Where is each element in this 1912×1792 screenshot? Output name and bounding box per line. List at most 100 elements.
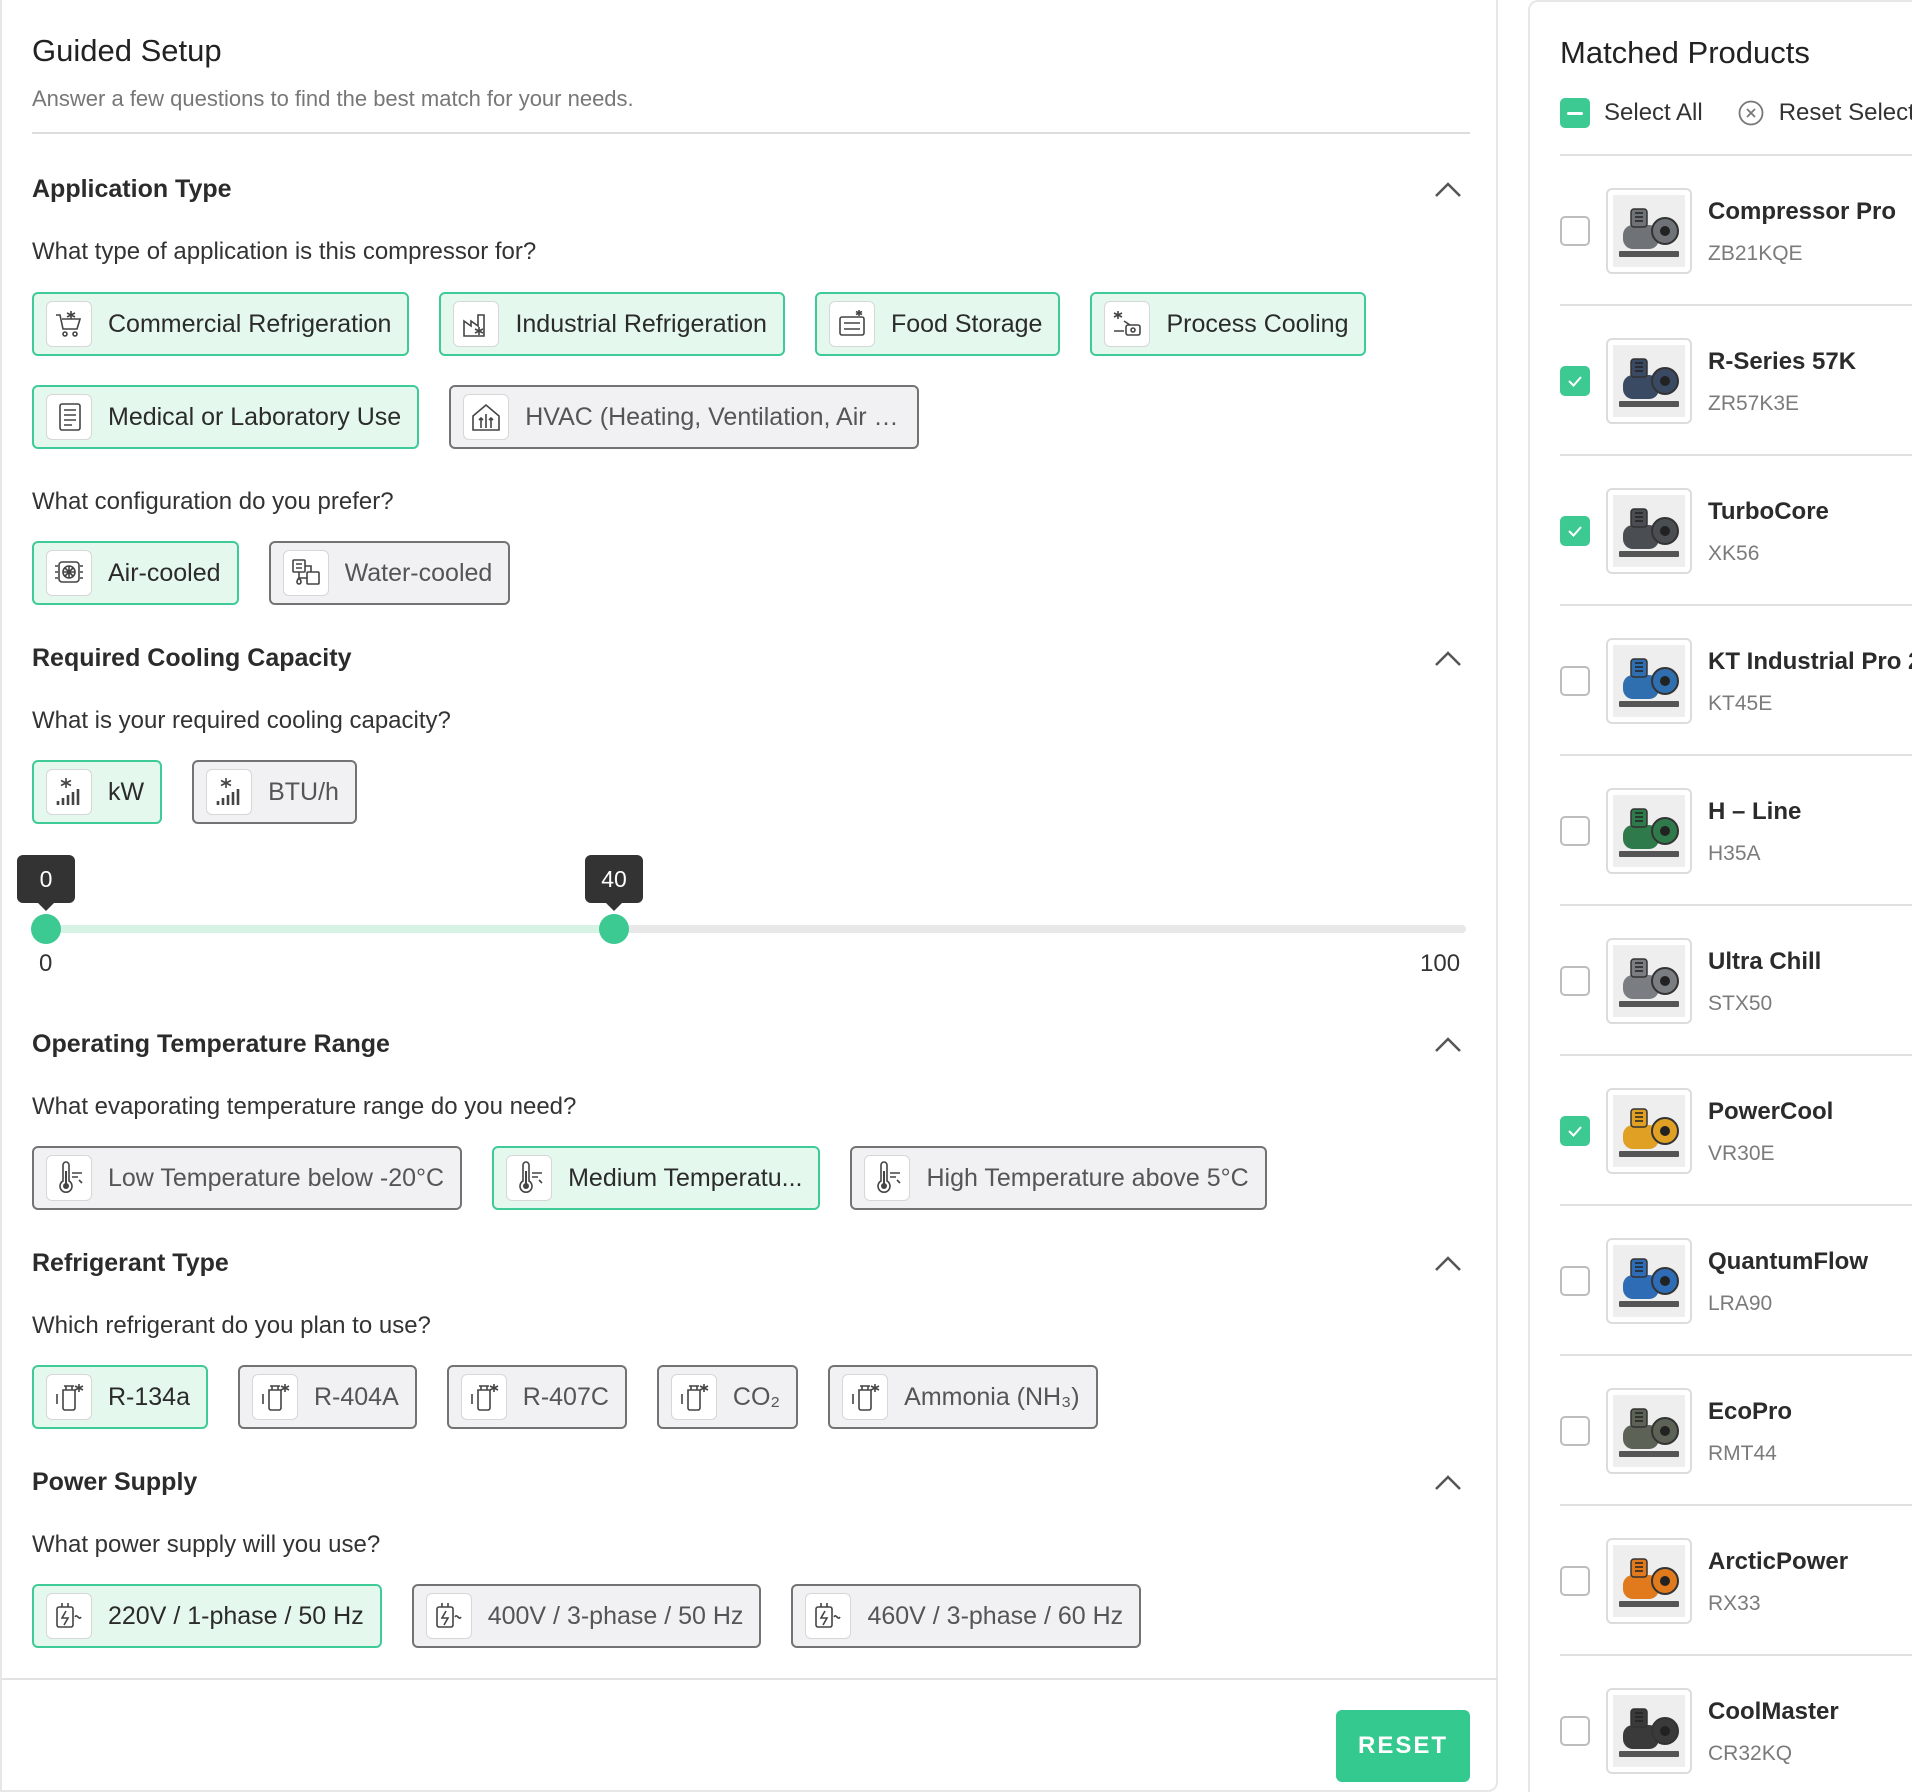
option-chip[interactable]: 220V / 1-phase / 50 Hz	[32, 1584, 382, 1648]
product-row[interactable]: H – Line H35A	[1560, 756, 1912, 906]
option-label: Medical or Laboratory Use	[108, 402, 402, 431]
product-name: R-Series 57K	[1708, 348, 1857, 375]
compressor-image-icon	[1613, 195, 1685, 267]
option-label: High Temperature above 5°C	[926, 1163, 1249, 1192]
reset-button[interactable]: RESET	[1336, 1710, 1470, 1782]
collapse-temperature-button[interactable]	[1430, 1027, 1466, 1063]
product-row[interactable]: TurboCore XK56	[1560, 456, 1912, 606]
option-chip[interactable]: kW	[32, 760, 163, 824]
option-chip[interactable]: Process Cooling	[1090, 292, 1367, 356]
product-checkbox[interactable]	[1560, 816, 1590, 846]
product-row[interactable]: CoolMaster CR32KQ	[1560, 1656, 1912, 1792]
gas-cylinder-icon	[56, 1384, 84, 1411]
collapse-application-button[interactable]	[1430, 172, 1466, 208]
product-name: H – Line	[1708, 798, 1802, 825]
close-circle-icon[interactable]	[1737, 99, 1765, 127]
product-checkbox[interactable]	[1560, 1416, 1590, 1446]
product-row[interactable]: PowerCool VR30E	[1560, 1056, 1912, 1206]
product-row[interactable]: Compressor Pro ZB21KQE	[1560, 156, 1912, 306]
product-checkbox[interactable]	[1560, 216, 1590, 246]
option-chip[interactable]: Air-cooled	[32, 541, 239, 605]
product-code: ZR57K3E	[1708, 392, 1800, 415]
option-chip[interactable]: BTU/h	[192, 760, 357, 824]
gas-cylinder-icon	[46, 1374, 92, 1420]
product-checkbox[interactable]	[1560, 366, 1590, 396]
product-checkbox[interactable]	[1560, 1566, 1590, 1596]
product-name: CoolMaster	[1708, 1698, 1839, 1725]
option-label: Food Storage	[890, 309, 1043, 338]
collapse-refrigerant-button[interactable]	[1430, 1246, 1466, 1282]
option-chip[interactable]: Water-cooled	[268, 541, 511, 605]
house-air-icon	[472, 403, 501, 431]
medical-cabinet-icon	[46, 394, 92, 440]
water-pipes-icon	[291, 559, 320, 585]
power-plug-icon	[425, 1593, 472, 1639]
product-checkbox[interactable]	[1560, 1716, 1590, 1746]
product-row[interactable]: ArcticPower RX33	[1560, 1506, 1912, 1656]
application-question: What type of application is this compres…	[32, 238, 537, 265]
process-cooling-icon	[1104, 301, 1151, 347]
power-plug-icon	[435, 1603, 462, 1628]
product-row[interactable]: EcoPro RMT44	[1560, 1356, 1912, 1506]
snowflake-bars-icon	[206, 769, 253, 815]
section-title-application: Application Type	[32, 175, 232, 203]
product-checkbox[interactable]	[1560, 1266, 1590, 1296]
option-chip[interactable]: 400V / 3-phase / 50 Hz	[411, 1584, 762, 1648]
option-chip[interactable]: Medium Temperatu...	[492, 1146, 821, 1210]
option-chip[interactable]: Commercial Refrigeration	[32, 292, 410, 356]
option-chip[interactable]: CO₂	[656, 1365, 799, 1429]
collapse-capacity-button[interactable]	[1430, 641, 1466, 677]
option-chip[interactable]: Industrial Refrigeration	[439, 292, 785, 356]
thermometer-icon	[864, 1155, 911, 1201]
product-code: STX50	[1708, 992, 1773, 1015]
product-row[interactable]: R-Series 57K ZR57K3E	[1560, 306, 1912, 456]
option-chip[interactable]: HVAC (Heating, Ventilation, Air C...	[449, 385, 920, 449]
product-thumbnail	[1606, 1238, 1692, 1324]
option-chip[interactable]: R-134a	[32, 1365, 208, 1429]
option-chip[interactable]: High Temperature above 5°C	[850, 1146, 1267, 1210]
slider-low-handle[interactable]	[31, 914, 61, 944]
product-row[interactable]: Ultra Chill STX50	[1560, 906, 1912, 1056]
capacity-slider-range	[46, 925, 614, 933]
process-cooling-icon	[1114, 311, 1142, 336]
product-checkbox[interactable]	[1560, 1116, 1590, 1146]
option-chip[interactable]: 460V / 3-phase / 60 Hz	[791, 1584, 1142, 1648]
collapse-power-button[interactable]	[1430, 1465, 1466, 1501]
option-chip[interactable]: Food Storage	[814, 292, 1061, 356]
capacity-unit-options: kW BTU/h	[32, 760, 357, 824]
product-checkbox[interactable]	[1560, 666, 1590, 696]
option-chip[interactable]: Low Temperature below -20°C	[32, 1146, 463, 1210]
matched-products-actions: Select All Reset Selection	[1560, 98, 1912, 128]
reset-selection-label[interactable]: Reset Selection	[1779, 99, 1912, 127]
slider-high-handle[interactable]	[599, 914, 629, 944]
compressor-image-icon	[1613, 945, 1685, 1017]
compressor-image-icon	[1613, 645, 1685, 717]
water-pipes-icon	[282, 550, 329, 596]
select-all-label[interactable]: Select All	[1604, 99, 1703, 127]
product-code: CR32KQ	[1708, 1742, 1793, 1765]
product-thumbnail	[1606, 938, 1692, 1024]
option-chip[interactable]: R-404A	[238, 1365, 417, 1429]
product-code: KT45E	[1708, 692, 1773, 715]
option-chip[interactable]: R-407C	[446, 1365, 627, 1429]
snowflake-bars-icon	[46, 769, 92, 815]
product-thumbnail	[1606, 488, 1692, 574]
option-chip[interactable]: Ammonia (NH₃)	[828, 1365, 1098, 1429]
option-chip[interactable]: Medical or Laboratory Use	[32, 385, 420, 449]
product-name: TurboCore	[1708, 498, 1829, 525]
capacity-slider-track[interactable]	[46, 925, 1466, 933]
medical-cabinet-icon	[59, 403, 81, 431]
product-checkbox[interactable]	[1560, 516, 1590, 546]
product-code: RX33	[1708, 1592, 1761, 1615]
product-thumbnail	[1606, 338, 1692, 424]
product-row[interactable]: QuantumFlow LRA90	[1560, 1206, 1912, 1356]
compressor-image-icon	[1613, 1395, 1685, 1467]
product-checkbox[interactable]	[1560, 966, 1590, 996]
product-row[interactable]: KT Industrial Pro 24 KT45E	[1560, 606, 1912, 756]
select-all-checkbox[interactable]	[1560, 98, 1590, 128]
option-label: Low Temperature below -20°C	[108, 1163, 445, 1192]
power-plug-icon	[46, 1593, 92, 1639]
footer-divider	[2, 1678, 1498, 1680]
compressor-image-icon	[1613, 795, 1685, 867]
snowflake-bars-icon	[216, 778, 240, 805]
